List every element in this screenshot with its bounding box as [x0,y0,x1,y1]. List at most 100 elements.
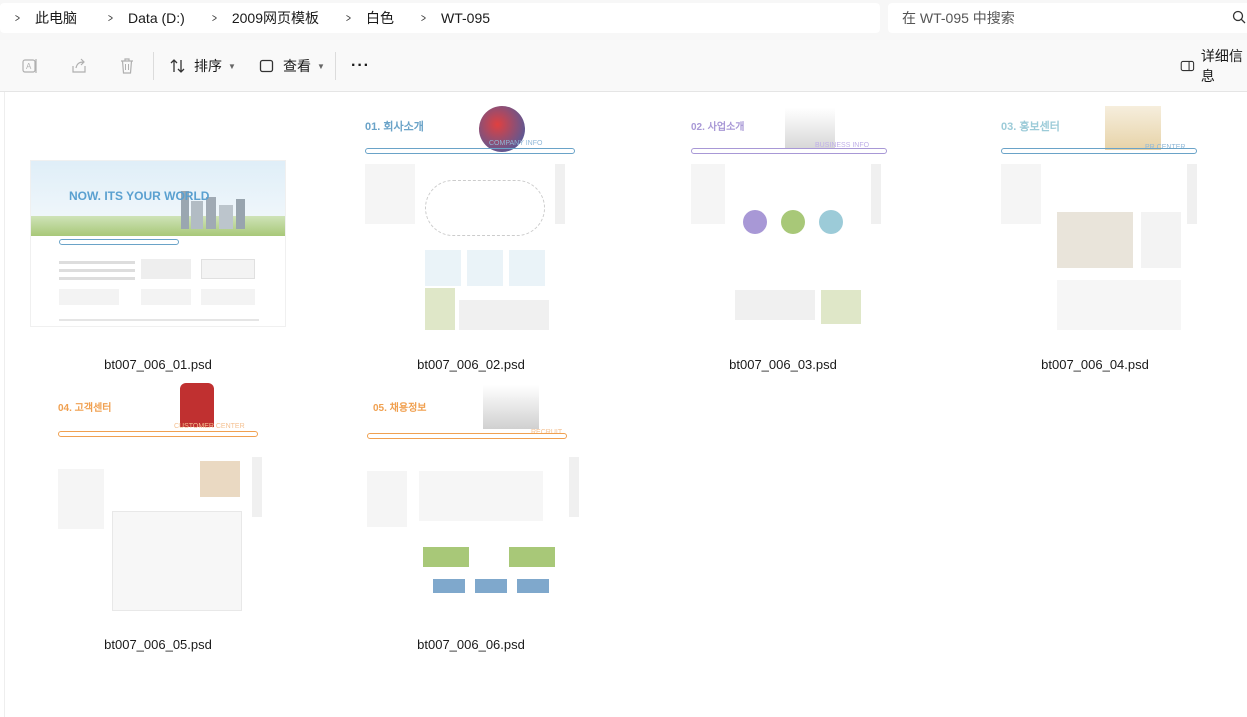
thumb-text-block [735,290,815,320]
breadcrumb-item-current[interactable]: WT-095 [441,10,490,26]
sort-button[interactable]: 排序 ▼ [168,54,236,78]
thumb-sidebar [1001,164,1041,224]
thumb-nav [59,239,179,245]
rename-button[interactable]: A [20,54,40,78]
file-tile[interactable]: 05. 채용정보 RECRUIT bt007_006_06.psd [321,377,621,662]
tree-line [31,216,285,236]
thumb-sidebar [58,469,104,529]
thumb-table [459,300,549,330]
search-placeholder: 在 WT-095 中搜索 [902,10,1015,26]
file-thumbnail: 04. 고객센터 CUSTOMER CENTER [52,381,274,629]
share-button[interactable] [69,54,89,78]
thumb-right-bar [555,164,565,224]
thumb-nav [365,148,575,154]
thumb-text [59,261,135,264]
view-icon [259,59,274,73]
thumb-box [517,579,549,593]
thumb-tag: COMPANY INFO [489,140,543,147]
file-thumbnail: 01. 회사소개 COMPANY INFO [359,100,583,348]
thumb-heading: 04. 고객센터 [58,403,112,414]
file-name[interactable]: bt007_006_06.psd [321,637,621,652]
share-icon [72,58,86,73]
thumb-heading: 03. 홍보센터 [1001,121,1060,133]
thumb-text-block [419,471,543,521]
thumb-box [467,250,503,286]
thumb-box [201,289,255,305]
thumb-sidebar [691,164,725,224]
thumb-circle [781,210,805,234]
thumb-tag: CUSTOMER CENTER [174,423,245,430]
more-options-button[interactable]: ··· [351,54,370,78]
file-name[interactable]: bt007_006_01.psd [8,357,308,372]
breadcrumb-item-templates[interactable]: 2009网页模板 [232,8,319,28]
thumb-nav [367,433,567,439]
chevron-right-icon[interactable]: > [212,11,217,25]
chevron-right-icon[interactable]: > [346,11,351,25]
thumb-right-bar [569,457,579,517]
delete-button[interactable] [117,54,137,78]
thumb-heading: 05. 채용정보 [373,403,427,414]
search-input[interactable]: 在 WT-095 中搜索 [888,3,1247,33]
breadcrumb[interactable]: > 此电脑 > Data (D:) > 2009网页模板 > 白色 > WT-0… [0,3,880,33]
breadcrumb-item-data-drive[interactable]: Data (D:) [128,10,185,26]
file-name[interactable]: bt007_006_05.psd [8,637,308,652]
file-name[interactable]: bt007_006_02.psd [321,357,621,372]
tower-building [219,205,233,229]
thumb-heading: 01. 회사소개 [365,121,424,133]
thumb-photo [200,461,240,497]
chevron-down-icon: ▼ [317,61,325,71]
chevron-down-icon: ▼ [228,61,236,71]
thumb-heading: 02. 사업소개 [691,122,745,133]
file-name[interactable]: bt007_006_04.psd [945,357,1245,372]
thumb-box [509,250,545,286]
thumb-heading: NOW. ITS YOUR WORLD [69,189,210,203]
thumb-text [59,269,135,272]
sort-label: 排序 [194,58,222,74]
thumb-text-block [1057,280,1181,330]
details-pane-button[interactable]: 详细信息 [1180,48,1247,84]
thumb-right-bar [252,457,262,517]
file-thumbnail: 02. 사업소개 BUSINESS INFO [685,100,895,348]
thumb-box [141,259,191,279]
trash-icon [121,58,133,74]
file-tile[interactable]: 03. 홍보센터 PR CENTER bt007_006_04.psd [945,92,1245,377]
thumb-hero-image [180,383,214,427]
toolbar-divider [153,52,154,80]
thumb-sidebar [367,471,407,527]
sort-icon [170,59,185,73]
tower-building [236,199,245,229]
tower-building [191,201,203,229]
thumb-right-bar [1187,164,1197,224]
search-icon[interactable] [1232,10,1246,24]
chevron-right-icon[interactable]: > [421,11,426,25]
file-thumbnail: NOW. ITS YOUR WORLD [30,160,286,327]
thumb-box [141,289,191,305]
thumb-people [425,288,455,330]
thumb-box [475,579,507,593]
thumb-list [1141,212,1181,268]
thumb-photo [1057,212,1133,268]
breadcrumb-item-white[interactable]: 白色 [366,8,394,28]
thumb-box [425,250,461,286]
file-tile[interactable]: 01. 회사소개 COMPANY INFO bt007_006_02.psd [321,92,621,377]
thumb-box [509,547,555,567]
thumb-people [821,290,861,324]
nav-pane-edge [4,92,5,717]
thumb-box [59,289,119,305]
thumb-hero-image [483,385,539,429]
breadcrumb-item-this-pc[interactable]: 此电脑 [35,8,77,28]
details-pane-icon [1180,60,1195,72]
view-button[interactable]: 查看 ▼ [258,54,325,78]
chevron-right-icon[interactable]: > [15,11,20,25]
file-tile[interactable]: NOW. ITS YOUR WORLD bt007_006_01.psd [8,92,308,377]
thumb-form [112,511,242,611]
thumb-box [201,259,255,279]
thumb-sidebar [365,164,415,224]
file-tile[interactable]: 02. 사업소개 BUSINESS INFO bt007_006_03.psd [633,92,933,377]
thumb-box [433,579,465,593]
thumb-nav [1001,148,1197,154]
file-name[interactable]: bt007_006_03.psd [633,357,933,372]
file-tile[interactable]: 04. 고객센터 CUSTOMER CENTER bt007_006_05.ps… [8,377,308,662]
chevron-right-icon[interactable]: > [108,11,113,25]
thumb-text [59,277,135,280]
